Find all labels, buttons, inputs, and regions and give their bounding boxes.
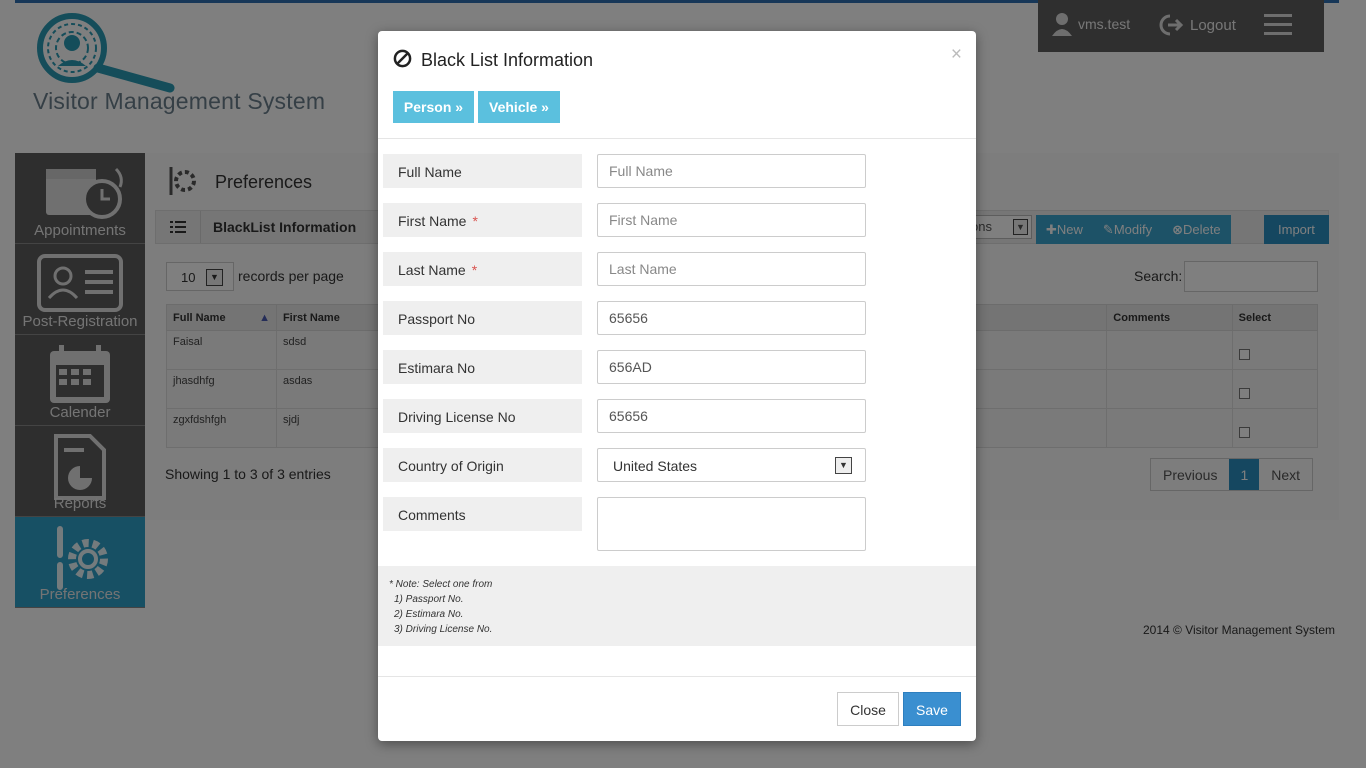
note-item: 3) Driving License No. — [394, 624, 493, 635]
chevron-down-icon: ▼ — [835, 457, 852, 474]
save-button[interactable]: Save — [903, 692, 961, 726]
country-of-origin-value: United States — [613, 458, 698, 474]
passport-no-label: Passport No — [383, 301, 582, 335]
close-icon[interactable]: × — [951, 44, 962, 66]
first-name-label: First Name * — [383, 203, 582, 237]
form-row-comments: Comments — [383, 497, 963, 551]
required-mark: * — [471, 262, 478, 278]
passport-no-input[interactable] — [597, 301, 866, 335]
form-row-first-name: First Name * — [383, 203, 963, 237]
form-row-full-name: Full Name — [383, 154, 963, 188]
driving-license-no-label: Driving License No — [383, 399, 582, 433]
first-name-label-text: First Name — [398, 213, 467, 229]
form-row-driving-license-no: Driving License No — [383, 399, 963, 433]
modal-title: Black List Information — [421, 50, 594, 70]
form-row-passport-no: Passport No — [383, 301, 963, 335]
required-mark: * — [472, 213, 478, 229]
form-row-country-of-origin: Country of Origin United States ▼ — [383, 448, 963, 482]
comments-textarea[interactable] — [597, 497, 866, 551]
ban-icon — [393, 49, 412, 68]
full-name-label-text: Full Name — [398, 164, 462, 180]
estimara-no-input[interactable] — [597, 350, 866, 384]
full-name-input[interactable] — [597, 154, 866, 188]
full-name-label: Full Name — [383, 154, 582, 188]
modal-footer-divider — [378, 676, 976, 677]
country-of-origin-label: Country of Origin — [383, 448, 582, 482]
last-name-label-text: Last Name — [398, 262, 466, 278]
tab-person[interactable]: Person » — [393, 91, 474, 123]
modal-divider — [378, 138, 976, 139]
tab-vehicle[interactable]: Vehicle » — [478, 91, 560, 123]
driving-license-no-input[interactable] — [597, 399, 866, 433]
last-name-input[interactable] — [597, 252, 866, 286]
last-name-label: Last Name * — [383, 252, 582, 286]
close-button[interactable]: Close — [837, 692, 899, 726]
selection-note: * Note: Select one from 1) Passport No. … — [378, 566, 976, 646]
note-item: 1) Passport No. — [394, 594, 464, 605]
comments-label: Comments — [383, 497, 582, 531]
first-name-input[interactable] — [597, 203, 866, 237]
note-heading: * Note: Select one from — [389, 579, 493, 590]
blacklist-modal: Black List Information × Person » Vehicl… — [378, 31, 976, 741]
estimara-no-label: Estimara No — [383, 350, 582, 384]
form-row-last-name: Last Name * — [383, 252, 963, 286]
form-row-estimara-no: Estimara No — [383, 350, 963, 384]
note-item: 2) Estimara No. — [394, 609, 464, 620]
country-of-origin-select[interactable]: United States ▼ — [597, 448, 866, 482]
